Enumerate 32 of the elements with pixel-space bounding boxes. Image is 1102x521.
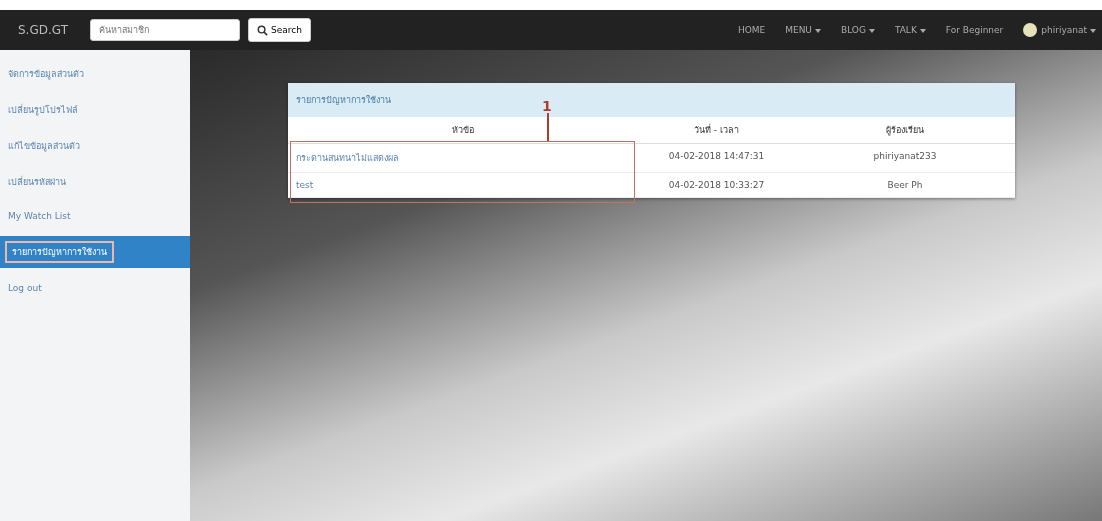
search-button[interactable]: Search	[248, 18, 311, 42]
nav-link[interactable]: For Beginner	[945, 25, 1004, 35]
search-icon	[257, 24, 268, 36]
caret-icon	[868, 28, 875, 33]
nav-link[interactable]: BLOG	[840, 25, 875, 35]
nav-link[interactable]: HOME	[737, 25, 766, 35]
nav-link[interactable]: MENU	[785, 25, 821, 35]
caret-icon	[919, 28, 926, 33]
sidebar-item[interactable]: แก้ไขข้อมูลส่วนตัว	[0, 132, 190, 160]
column-header: วันที่ - เวลา	[638, 117, 795, 144]
caret-icon	[1090, 28, 1096, 33]
topic-link[interactable]: test	[288, 173, 638, 198]
sidebar-item[interactable]: เปลี่ยนรหัสผ่าน	[0, 168, 190, 196]
search-field[interactable]: ค้นหาสมาชิก	[90, 19, 240, 41]
table-cell: phiriyanat233	[795, 144, 1015, 173]
topic-link[interactable]: กระดานสนทนาไม่แสดงผล	[288, 144, 638, 173]
sidebar-item[interactable]: รายการปัญหาการใช้งาน	[0, 236, 190, 268]
brand-logo[interactable]: S.GD.GT	[18, 23, 90, 37]
sidebar-item[interactable]: My Watch List	[0, 204, 190, 228]
caret-icon	[814, 28, 821, 33]
nav-link[interactable]: TALK	[894, 25, 926, 35]
annotation-number: 1	[542, 99, 552, 113]
sidebar-item[interactable]: Log out	[0, 276, 190, 300]
table-cell: 04-02-2018 10:33:27	[638, 173, 795, 198]
table-cell: Beer Ph	[795, 173, 1015, 198]
column-header: ผู้ร้องเรียน	[795, 117, 1015, 144]
user-menu[interactable]: phiriyanat	[1041, 25, 1096, 35]
annotation-line	[547, 113, 549, 141]
avatar-icon	[1023, 23, 1038, 37]
sidebar-item[interactable]: จัดการข้อมูลส่วนตัว	[0, 60, 190, 88]
sidebar-item[interactable]: เปลี่ยนรูปโปรไฟล์	[0, 96, 190, 124]
table-cell: 04-02-2018 14:47:31	[638, 144, 795, 173]
